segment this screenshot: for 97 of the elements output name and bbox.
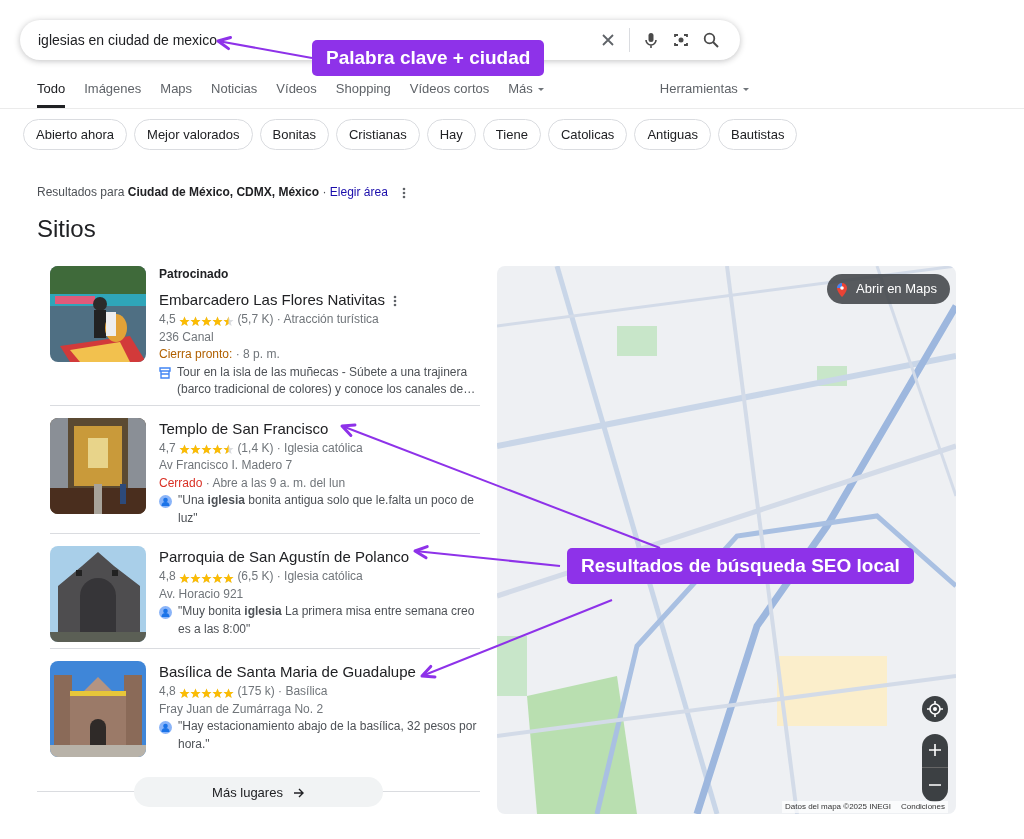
search-tab[interactable]: Vídeos cortos <box>409 78 490 108</box>
map-attribution: Datos del mapa ©2025 INEGI <box>785 800 891 813</box>
choose-area-link[interactable]: Elegir área <box>329 185 388 199</box>
star-icon <box>223 572 235 584</box>
star-icon <box>223 687 235 699</box>
callout-label: Palabra clave + ciudad <box>312 40 545 76</box>
section-heading: Sitios <box>37 215 97 244</box>
store-icon <box>159 366 171 379</box>
star-icon <box>223 444 235 456</box>
star-icon <box>190 444 202 456</box>
filter-chip[interactable]: Cristianas <box>335 119 420 150</box>
map-pin-icon <box>837 282 848 297</box>
rating-value: 4,7 <box>159 440 176 455</box>
star-icon <box>190 687 202 699</box>
separator-dot: · <box>278 684 283 699</box>
star-icon <box>212 687 224 699</box>
more-places-button[interactable]: Más lugares <box>134 777 383 808</box>
more-options-icon[interactable] <box>392 295 397 308</box>
place-name[interactable]: Embarcadero Las Flores Nativitas <box>159 289 385 312</box>
more-options-icon[interactable] <box>401 186 406 199</box>
microphone-icon[interactable] <box>642 31 660 49</box>
search-tab[interactable]: Noticias <box>211 78 258 108</box>
separator-dot: · <box>205 475 210 490</box>
review-count: (1,4 K) <box>237 440 274 455</box>
callout-label: Resultados de búsqueda SEO local <box>567 548 914 584</box>
star-icon <box>179 444 191 456</box>
search-tab[interactable]: Vídeos <box>276 78 317 108</box>
separator-dot: · <box>276 569 281 584</box>
place-address: Av Francisco I. Madero 7 <box>159 458 293 473</box>
caret-icon <box>536 85 545 93</box>
plus-icon <box>929 744 941 757</box>
star-icon <box>201 572 213 584</box>
star-icon <box>212 444 224 456</box>
rating-value: 4,5 <box>159 312 176 327</box>
place-name[interactable]: Basílica de Santa Maria de Guadalupe <box>159 661 416 684</box>
filter-chip[interactable]: Bonitas <box>259 119 329 150</box>
review-count: (5,7 K) <box>237 312 274 327</box>
filter-chip[interactable]: Antiguas <box>634 119 711 150</box>
search-tab[interactable]: Más <box>508 78 545 108</box>
review-count: (175 k) <box>237 684 275 699</box>
results-location-text: Resultados para Ciudad de México, CDMX, México · Elegir área <box>37 184 388 201</box>
snippet-text: "Hay estacionamiento abajo de la basílica, 32 pesos por hora." <box>178 718 478 753</box>
star-icon <box>190 572 202 584</box>
opening-status: Cierra pronto: <box>159 347 233 362</box>
filter-chip[interactable]: Tiene <box>482 119 541 150</box>
star-icon <box>201 315 213 327</box>
review-count: (6,5 K) <box>237 569 274 584</box>
rating-value: 4,8 <box>159 569 176 584</box>
person-icon <box>159 494 172 508</box>
locate-icon <box>927 700 943 717</box>
place-category: Basílica <box>285 684 328 699</box>
star-icon <box>212 315 224 327</box>
terms-link[interactable]: Condiciones <box>900 800 945 813</box>
filter-chip[interactable]: Hay <box>426 119 476 150</box>
opening-hours: 8 p. m. <box>243 347 280 362</box>
place-name[interactable]: Parroquia de San Agustín de Polanco <box>159 546 410 569</box>
place-category: Iglesia católica <box>284 440 363 455</box>
separator-dot: · <box>235 347 240 362</box>
filter-chip[interactable]: Bautistas <box>717 119 798 150</box>
arrow-icon <box>292 787 305 800</box>
opening-status: Cerrado <box>159 475 203 490</box>
snippet-text: "Una iglesia bonita antigua solo que le.falta un poco de luz" <box>178 492 475 527</box>
search-tab[interactable]: Shopping <box>335 78 391 108</box>
search-icon[interactable] <box>702 31 720 49</box>
tools-menu[interactable]: Herramientas <box>659 78 750 108</box>
star-icon <box>179 315 191 327</box>
person-icon <box>159 605 172 619</box>
person-icon <box>159 720 172 734</box>
place-name[interactable]: Templo de San Francisco <box>159 417 329 440</box>
caret-icon <box>741 85 750 93</box>
place-address: 236 Canal <box>159 329 214 344</box>
star-icon <box>212 572 224 584</box>
snippet-text: Tour en la isla de las muñecas - Súbete a una trajinera (barco tradicional de colores) y conoce los canales de… <box>177 363 477 399</box>
zoom-out-button[interactable] <box>922 767 948 802</box>
place-category: Iglesia católica <box>284 569 363 584</box>
star-icon <box>190 315 202 327</box>
separator-dot: · <box>276 312 281 327</box>
filter-chip[interactable]: Mejor valorados <box>134 119 253 150</box>
place-address: Fray Juan de Zumárraga No. 2 <box>159 701 324 716</box>
camera-icon[interactable] <box>672 31 690 49</box>
opening-hours: Abre a las 9 a. m. del lun <box>212 475 346 490</box>
search-tab[interactable]: Imágenes <box>84 78 142 108</box>
sponsored-label: Patrocinado <box>159 265 229 283</box>
snippet-text: "Muy bonita iglesia La primera misa entre semana creo es a las 8:00" <box>178 603 476 638</box>
separator-dot: · <box>276 440 281 455</box>
star-icon <box>201 444 213 456</box>
open-in-maps-button[interactable]: Abrir en Maps <box>827 273 950 304</box>
star-icon <box>201 687 213 699</box>
place-address: Av. Horacio 921 <box>159 586 244 601</box>
search-tab[interactable]: Maps <box>160 78 193 108</box>
place-category: Atracción turística <box>283 312 379 327</box>
filter-chip[interactable]: Abierto ahora <box>23 119 128 150</box>
rating-value: 4,8 <box>159 684 176 699</box>
star-icon <box>179 687 191 699</box>
star-icon <box>179 572 191 584</box>
search-tab[interactable]: Todo <box>37 78 66 108</box>
filter-chip[interactable]: Catolicas <box>547 119 628 150</box>
